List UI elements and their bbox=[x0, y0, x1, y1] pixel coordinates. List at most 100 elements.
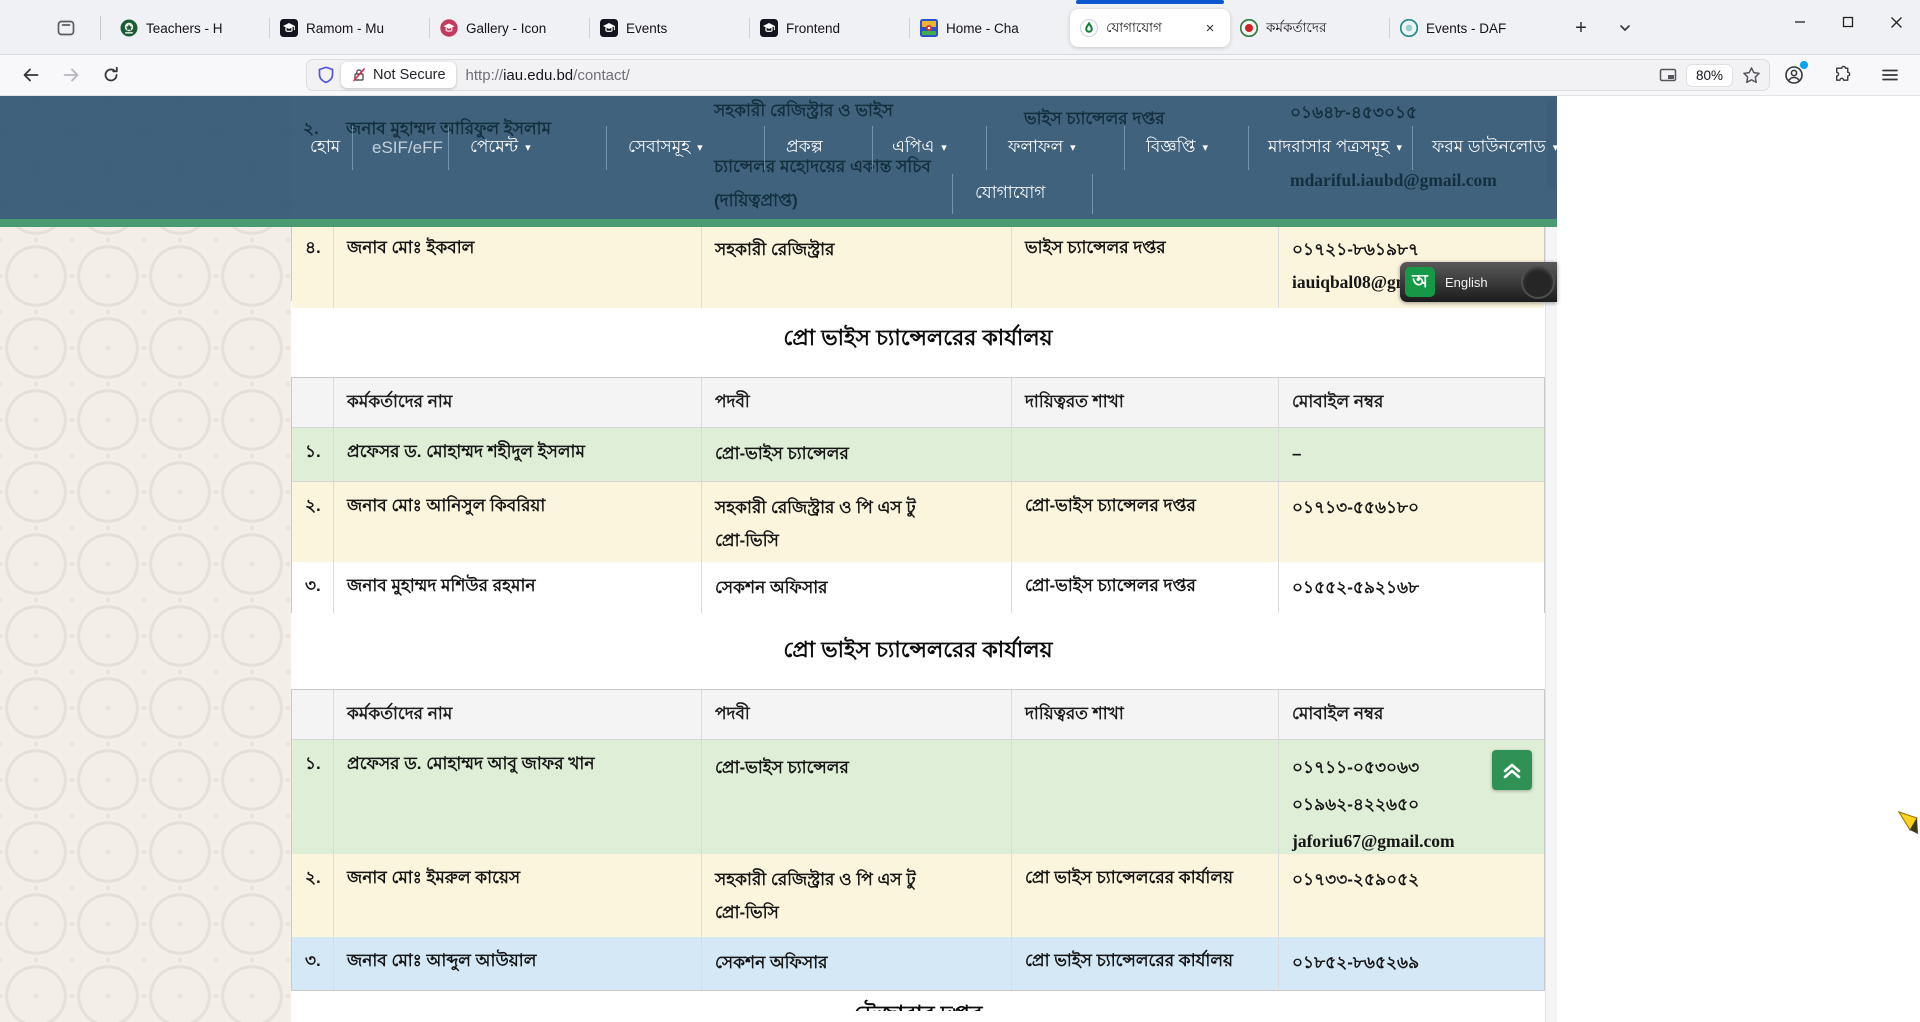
tab-label: Events bbox=[626, 21, 740, 36]
tab-label: Frontend bbox=[786, 21, 900, 36]
nav-item-5[interactable]: প্রকল্প bbox=[786, 134, 823, 162]
table-row: ২. জনাব মোঃ ইমরুল কায়েস সহকারী রেজিস্ট্… bbox=[292, 854, 1544, 937]
nav-item-7[interactable]: ফলাফল▾ bbox=[1008, 134, 1076, 162]
chevron-down-icon: ▾ bbox=[1070, 143, 1076, 154]
scroll-to-top-button[interactable] bbox=[1492, 750, 1532, 790]
firefox-view-button[interactable] bbox=[46, 12, 86, 44]
puzzle-icon bbox=[1832, 65, 1852, 85]
tab-5[interactable]: Frontend bbox=[750, 9, 910, 47]
nav-item-9[interactable]: মাদরাসার পত্রসমূহ▾ bbox=[1268, 134, 1402, 162]
tracking-protection-shield-icon[interactable] bbox=[315, 64, 337, 86]
url-text: http://iau.edu.bd/contact/ bbox=[466, 67, 1659, 84]
cell-branch bbox=[1011, 428, 1278, 481]
tab-2[interactable]: Ramom - Mu bbox=[270, 9, 430, 47]
header-cell bbox=[292, 378, 333, 427]
cap-dark-favicon-icon bbox=[600, 19, 618, 37]
nav-item-10[interactable]: ফরম ডাউনলোড▾ bbox=[1432, 134, 1558, 162]
nav-item-6[interactable]: এপিএ▾ bbox=[892, 134, 947, 162]
language-widget[interactable]: অ English bbox=[1400, 262, 1557, 302]
page-viewport: ৪. জনাব মোঃ ইকবাল সহকারী রেজিস্ট্রার ভাই… bbox=[0, 96, 1920, 1022]
crest-blue-favicon-icon bbox=[920, 19, 938, 37]
language-label: English bbox=[1445, 275, 1521, 290]
tab-label: যোগাযোগ bbox=[1106, 17, 1200, 40]
nav-item-contact[interactable]: যোগাযোগ bbox=[975, 180, 1045, 208]
cell-name: জনাব মোঃ আব্দুল আউয়াল bbox=[333, 937, 701, 990]
cell-position: সেকশন অফিসার bbox=[701, 937, 1011, 990]
tab-6[interactable]: Home - Cha bbox=[910, 9, 1070, 47]
security-label: Not Secure bbox=[373, 67, 446, 83]
window-minimize-button[interactable] bbox=[1776, 0, 1824, 44]
window-close-button[interactable] bbox=[1872, 0, 1920, 44]
menu-button[interactable] bbox=[1874, 59, 1906, 91]
bookmark-star-icon[interactable] bbox=[1742, 66, 1761, 85]
tab-close-icon[interactable]: × bbox=[1200, 18, 1220, 38]
window-controls bbox=[1776, 0, 1920, 44]
nav-item-label: এপিএ bbox=[892, 134, 934, 162]
cell-branch: ভাইস চ্যান্সেলর দপ্তর bbox=[1011, 227, 1278, 308]
reload-button[interactable] bbox=[94, 59, 128, 91]
tab-1[interactable]: Teachers - H bbox=[110, 9, 270, 47]
nav-separator bbox=[1248, 126, 1249, 170]
nav-separator bbox=[986, 126, 987, 170]
nav-item-8[interactable]: বিজ্ঞপ্তি▾ bbox=[1146, 134, 1208, 162]
seal-red-favicon-icon bbox=[1240, 19, 1258, 37]
tab-label: কর্মকর্তাদের bbox=[1266, 17, 1380, 40]
cell-position: প্রো-ভাইস চ্যান্সেলর bbox=[701, 428, 1011, 481]
cell-mobile: – bbox=[1278, 428, 1544, 481]
new-tab-button[interactable]: + bbox=[1566, 13, 1596, 43]
cell-serial: ৩. bbox=[292, 562, 333, 613]
phone-text: ০১৮৫২-৮৬৫২৬৯ bbox=[1292, 946, 1531, 979]
page-scrollbar-track[interactable] bbox=[1545, 96, 1557, 1022]
cell-serial: ৩. bbox=[292, 937, 333, 990]
address-bar[interactable]: Not Secure http://iau.edu.bd/contact/ 80… bbox=[306, 59, 1770, 91]
account-button[interactable] bbox=[1778, 59, 1810, 91]
double-chevron-up-icon bbox=[1500, 758, 1524, 782]
nav-item-4[interactable]: সেবাসমূহ ▾ bbox=[628, 134, 703, 162]
nav-item-2[interactable]: eSIF/eFF bbox=[372, 134, 443, 162]
cell-position: সহকারী রেজিস্ট্রার bbox=[701, 227, 1011, 308]
bottom-section-title: ট্রেজারার দপ্তর bbox=[291, 991, 1545, 1011]
tab-bar: Teachers - H Ramom - Mu Gallery - Icon Even… bbox=[0, 0, 1920, 55]
zoom-level-badge[interactable]: 80% bbox=[1687, 65, 1732, 86]
table-header-row: কর্মকর্তাদের নামপদবীদায়িত্বরত শাখামোবাই… bbox=[292, 690, 1544, 740]
window-maximize-button[interactable] bbox=[1824, 0, 1872, 44]
tab-label: Gallery - Icon bbox=[466, 21, 580, 36]
header-cell: দায়িত্বরত শাখা bbox=[1011, 378, 1278, 427]
phone-text: ০১৯৬২-৪২২৬৫০ bbox=[1292, 786, 1531, 823]
cell-name: জনাব মোঃ ইকবাল bbox=[333, 227, 701, 308]
tab-9[interactable]: Events - DAF bbox=[1390, 9, 1550, 47]
chevron-down-icon bbox=[1618, 21, 1632, 35]
tab-label: Teachers - H bbox=[146, 21, 260, 36]
tab-4[interactable]: Events bbox=[590, 9, 750, 47]
phone-text: ০১৭৩৩-২৫৯০৫২ bbox=[1292, 863, 1531, 896]
back-icon bbox=[22, 66, 40, 84]
header-cell: দায়িত্বরত শাখা bbox=[1011, 690, 1278, 739]
tab-list-button[interactable] bbox=[1610, 13, 1640, 43]
url-host: iau.edu.bd bbox=[503, 67, 573, 84]
tab-3[interactable]: Gallery - Icon bbox=[430, 9, 590, 47]
header-cell: মোবাইল নম্বর bbox=[1278, 378, 1544, 427]
tab-divider bbox=[100, 16, 101, 40]
crest-green-favicon-icon bbox=[120, 19, 138, 37]
chevron-down-icon: ▾ bbox=[697, 143, 703, 154]
nav-item-label: সেবাসমূহ bbox=[628, 134, 690, 162]
cell-serial: ১. bbox=[292, 740, 333, 869]
tab-8[interactable]: কর্মকর্তাদের bbox=[1230, 9, 1390, 47]
phone-text: ০১৭১৩-৫৫৬১৮০ bbox=[1292, 491, 1531, 524]
nav-item-1[interactable]: হোম bbox=[310, 134, 340, 162]
picture-in-picture-icon[interactable] bbox=[1659, 66, 1677, 84]
cell-serial: ১. bbox=[292, 428, 333, 481]
cell-name: প্রফেসর ড. মোহাম্মদ আবু জাফর খান bbox=[333, 740, 701, 869]
nav-item-3[interactable]: পেমেন্ট▾ bbox=[470, 134, 531, 162]
forward-button[interactable] bbox=[54, 59, 88, 91]
extensions-button[interactable] bbox=[1826, 59, 1858, 91]
scroll-down-marker-icon bbox=[1896, 810, 1920, 840]
language-widget-knob[interactable] bbox=[1521, 265, 1555, 299]
toolbar-right-icons bbox=[1778, 59, 1906, 91]
security-chip[interactable]: Not Secure bbox=[341, 62, 456, 88]
back-button[interactable] bbox=[14, 59, 48, 91]
bottom-partial-section: ট্রেজারার দপ্তর bbox=[291, 991, 1545, 1011]
cell-mobile: ০১৫৫২-৫৯২১৬৮ bbox=[1278, 562, 1544, 613]
nav-item-label: মাদরাসার পত্রসমূহ bbox=[1268, 134, 1389, 162]
tab-7[interactable]: যোগাযোগ× bbox=[1070, 9, 1230, 47]
